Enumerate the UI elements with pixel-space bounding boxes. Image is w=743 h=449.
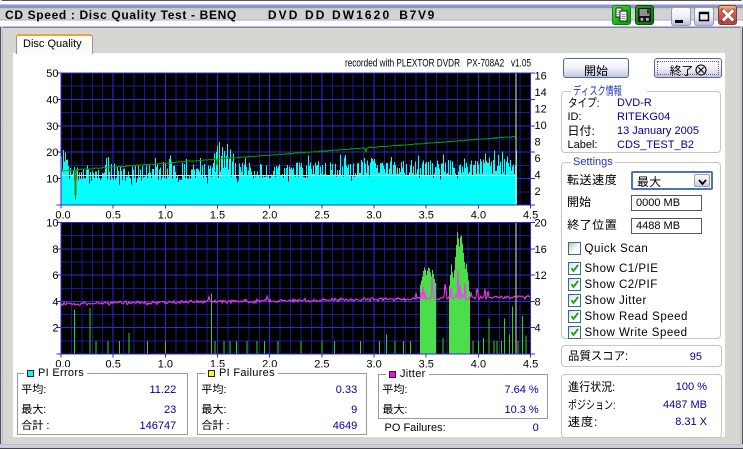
svg-text:4.0: 4.0 xyxy=(471,210,486,222)
svg-text:4: 4 xyxy=(52,296,58,308)
svg-text:2.0: 2.0 xyxy=(262,210,277,222)
svg-text:8: 8 xyxy=(535,296,541,308)
svg-text:40: 40 xyxy=(46,94,58,106)
svg-text:0.5: 0.5 xyxy=(106,359,121,371)
svg-text:4.5: 4.5 xyxy=(523,210,538,222)
svg-text:3.0: 3.0 xyxy=(366,210,381,222)
svg-text:14: 14 xyxy=(535,87,547,99)
svg-text:4: 4 xyxy=(535,170,541,182)
svg-text:6: 6 xyxy=(535,153,541,165)
svg-text:recorded with PLEXTOR DVDR P: recorded with PLEXTOR DVDR PX-708A2 v1.0… xyxy=(345,58,531,70)
svg-text:3.0: 3.0 xyxy=(366,359,381,371)
svg-text:8: 8 xyxy=(52,244,58,256)
svg-text:1.0: 1.0 xyxy=(158,359,173,371)
svg-text:4: 4 xyxy=(535,323,541,335)
svg-text:2.5: 2.5 xyxy=(314,359,329,371)
svg-text:2.5: 2.5 xyxy=(314,210,329,222)
svg-text:3.5: 3.5 xyxy=(419,210,434,222)
svg-text:2: 2 xyxy=(52,323,58,335)
svg-text:4.5: 4.5 xyxy=(523,359,538,371)
svg-text:16: 16 xyxy=(535,71,547,83)
svg-text:12: 12 xyxy=(535,270,547,282)
svg-text:0.5: 0.5 xyxy=(106,210,121,222)
svg-text:12: 12 xyxy=(535,104,547,116)
svg-text:20: 20 xyxy=(46,147,58,159)
svg-text:0.0: 0.0 xyxy=(55,210,70,222)
svg-text:4.0: 4.0 xyxy=(471,359,486,371)
svg-text:1.0: 1.0 xyxy=(158,210,173,222)
svg-text:10: 10 xyxy=(535,120,547,132)
svg-text:10: 10 xyxy=(46,174,58,186)
svg-text:50: 50 xyxy=(46,68,58,80)
svg-text:1.5: 1.5 xyxy=(210,210,225,222)
svg-text:2: 2 xyxy=(535,186,541,198)
svg-text:30: 30 xyxy=(46,121,58,133)
svg-text:16: 16 xyxy=(535,244,547,256)
svg-text:8: 8 xyxy=(535,137,541,149)
svg-text:6: 6 xyxy=(52,270,58,282)
